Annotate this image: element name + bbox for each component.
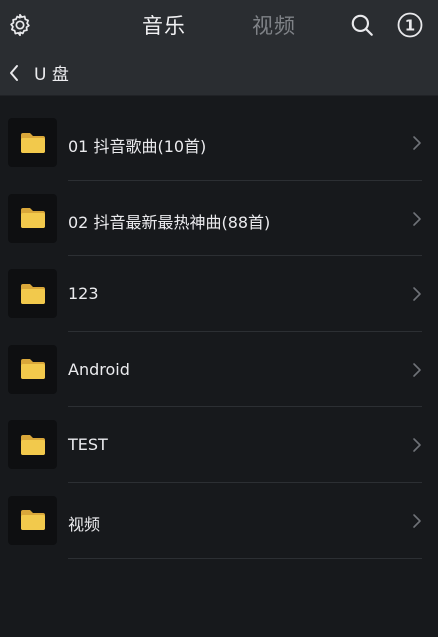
chevron-right-icon	[413, 514, 421, 528]
folder-name: TEST	[68, 435, 108, 455]
queue-badge-icon[interactable]: 1	[396, 11, 424, 39]
folder-row-4[interactable]: Android	[0, 332, 438, 408]
folder-row-5[interactable]: TEST	[0, 407, 438, 483]
folder-icon	[8, 193, 57, 243]
chevron-right-icon	[413, 362, 421, 377]
folder-list: 01 抖音歌曲(10首) 02 抖音最新最热神曲(88首) 123 Androi…	[0, 96, 438, 559]
folder-icon	[8, 420, 57, 470]
folder-icon	[8, 495, 57, 545]
back-arrow-icon[interactable]	[8, 62, 24, 84]
top-bar: 音乐 视频 1	[0, 0, 438, 50]
gear-icon[interactable]	[6, 11, 34, 39]
folder-row-6[interactable]: 视频	[0, 483, 438, 559]
badge-count: 1	[405, 17, 415, 35]
folder-row-2[interactable]: 02 抖音最新最热神曲(88首)	[0, 181, 438, 257]
folder-icon	[8, 344, 57, 394]
folder-name: Android	[68, 359, 130, 379]
folder-name: 123	[68, 284, 99, 304]
folder-name: 01 抖音歌曲(10首)	[68, 137, 207, 156]
folder-row-3[interactable]: 123	[0, 256, 438, 332]
chevron-right-icon	[413, 438, 421, 453]
tab-music[interactable]: 音乐	[142, 10, 186, 40]
folder-icon	[8, 118, 57, 167]
chevron-right-icon	[413, 136, 421, 150]
folder-row-1[interactable]: 01 抖音歌曲(10首)	[0, 105, 438, 181]
sub-header: U 盘	[0, 50, 438, 96]
chevron-right-icon	[413, 287, 421, 301]
search-icon[interactable]	[348, 11, 376, 39]
page-title: U 盘	[34, 65, 69, 85]
folder-icon	[8, 269, 57, 319]
folder-name: 02 抖音最新最热神曲(88首)	[68, 212, 271, 232]
tab-video[interactable]: 视频	[252, 10, 296, 40]
folder-name: 视频	[68, 514, 101, 534]
divider	[68, 557, 422, 559]
chevron-right-icon	[413, 211, 421, 226]
